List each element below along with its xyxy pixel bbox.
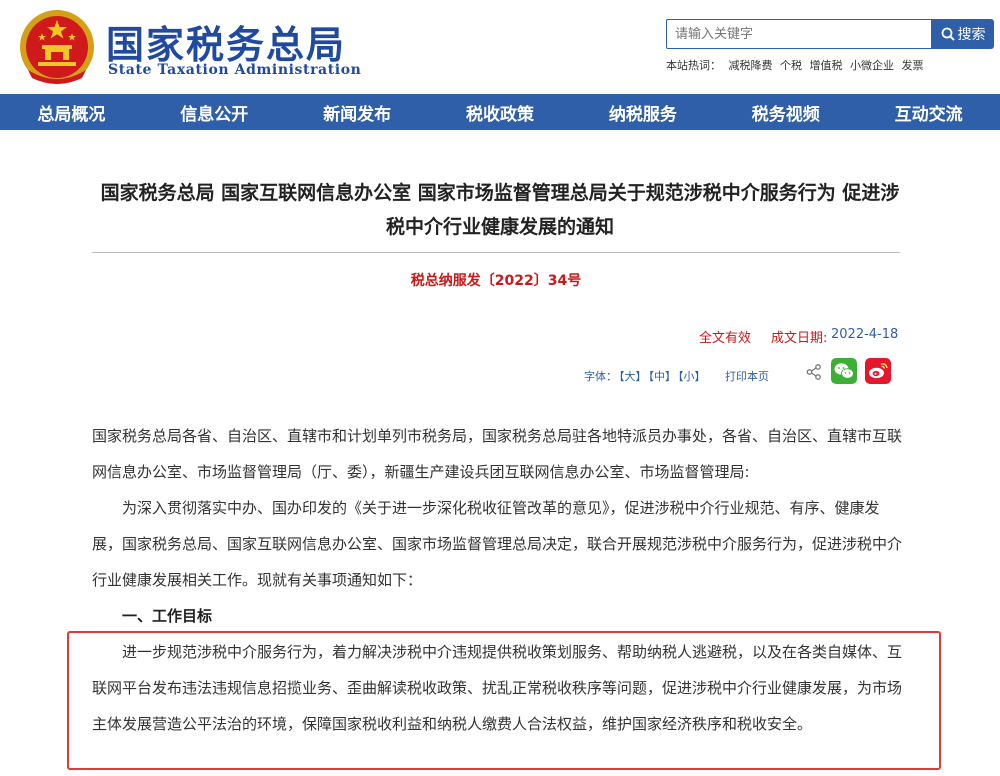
document-number: 税总纳服发〔2022〕34号 xyxy=(410,273,582,289)
wechat-icon[interactable] xyxy=(831,358,857,384)
weibo-icon[interactable] xyxy=(865,358,891,384)
hotword-link[interactable]: 小微企业 xyxy=(850,59,894,72)
hotword-link[interactable]: 个税 xyxy=(780,59,802,72)
hotword-link[interactable]: 增值税 xyxy=(810,59,843,72)
section-heading: 一、工作目标 xyxy=(122,607,213,625)
validity-status: 全文有效 xyxy=(699,331,752,346)
font-size-label: 字体： xyxy=(584,370,617,383)
pubdate-label: 成文日期: xyxy=(771,331,828,346)
intro-paragraph: 为深入贯彻落实中办、国办印发的《关于进一步深化税收征管改革的意见》，促进涉税中介… xyxy=(92,499,903,589)
font-size-large[interactable]: 【大】 xyxy=(619,370,647,383)
search-icon xyxy=(941,27,955,41)
font-size-medium[interactable]: 【中】 xyxy=(649,370,677,383)
article-title: 国家税务总局 国家互联网信息办公室 国家市场监督管理总局关于规范涉税中介服务行为… xyxy=(100,182,900,238)
site-title-english: State Taxation Administration xyxy=(108,62,362,78)
search-button[interactable]: 搜索 xyxy=(932,19,994,49)
hotwords-label: 本站热词： xyxy=(666,59,721,72)
font-size-small[interactable]: 【小】 xyxy=(678,370,706,383)
title-divider xyxy=(92,252,900,253)
nav-item-info-disclosure[interactable]: 信息公开 xyxy=(143,94,286,130)
hotword-link[interactable]: 减税降费 xyxy=(729,59,773,72)
site-header: 国家税务总局 State Taxation Administration 搜索 … xyxy=(0,0,1000,94)
print-link[interactable]: 打印本页 xyxy=(725,370,769,383)
search-button-label: 搜索 xyxy=(957,27,986,43)
nav-item-overview[interactable]: 总局概况 xyxy=(0,94,143,130)
main-nav: 总局概况 信息公开 新闻发布 税收政策 纳税服务 税务视频 互动交流 xyxy=(0,94,1000,130)
nav-item-taxpayer-service[interactable]: 纳税服务 xyxy=(571,94,714,130)
site-title[interactable]: 国家税务总局 xyxy=(106,14,346,69)
search-input[interactable] xyxy=(666,19,932,49)
highlight-annotation-box xyxy=(67,631,941,770)
nav-item-interaction[interactable]: 互动交流 xyxy=(857,94,1000,130)
article-toolbar: 字体： 【大】 【中】 【小】 打印本页 xyxy=(584,368,771,384)
share-icon[interactable] xyxy=(805,363,823,381)
national-emblem-icon[interactable] xyxy=(18,8,96,86)
hot-words: 本站热词： 减税降费 个税 增值税 小微企业 发票 xyxy=(666,57,928,73)
nav-item-tax-video[interactable]: 税务视频 xyxy=(714,94,857,130)
nav-item-tax-policy[interactable]: 税收政策 xyxy=(429,94,572,130)
pubdate-value: 2022-4-18 xyxy=(831,327,899,342)
nav-item-news[interactable]: 新闻发布 xyxy=(286,94,429,130)
addressee-paragraph: 国家税务总局各省、自治区、直辖市和计划单列市税务局，国家税务总局驻各地特派员办事… xyxy=(92,427,903,481)
hotword-link[interactable]: 发票 xyxy=(902,59,924,72)
